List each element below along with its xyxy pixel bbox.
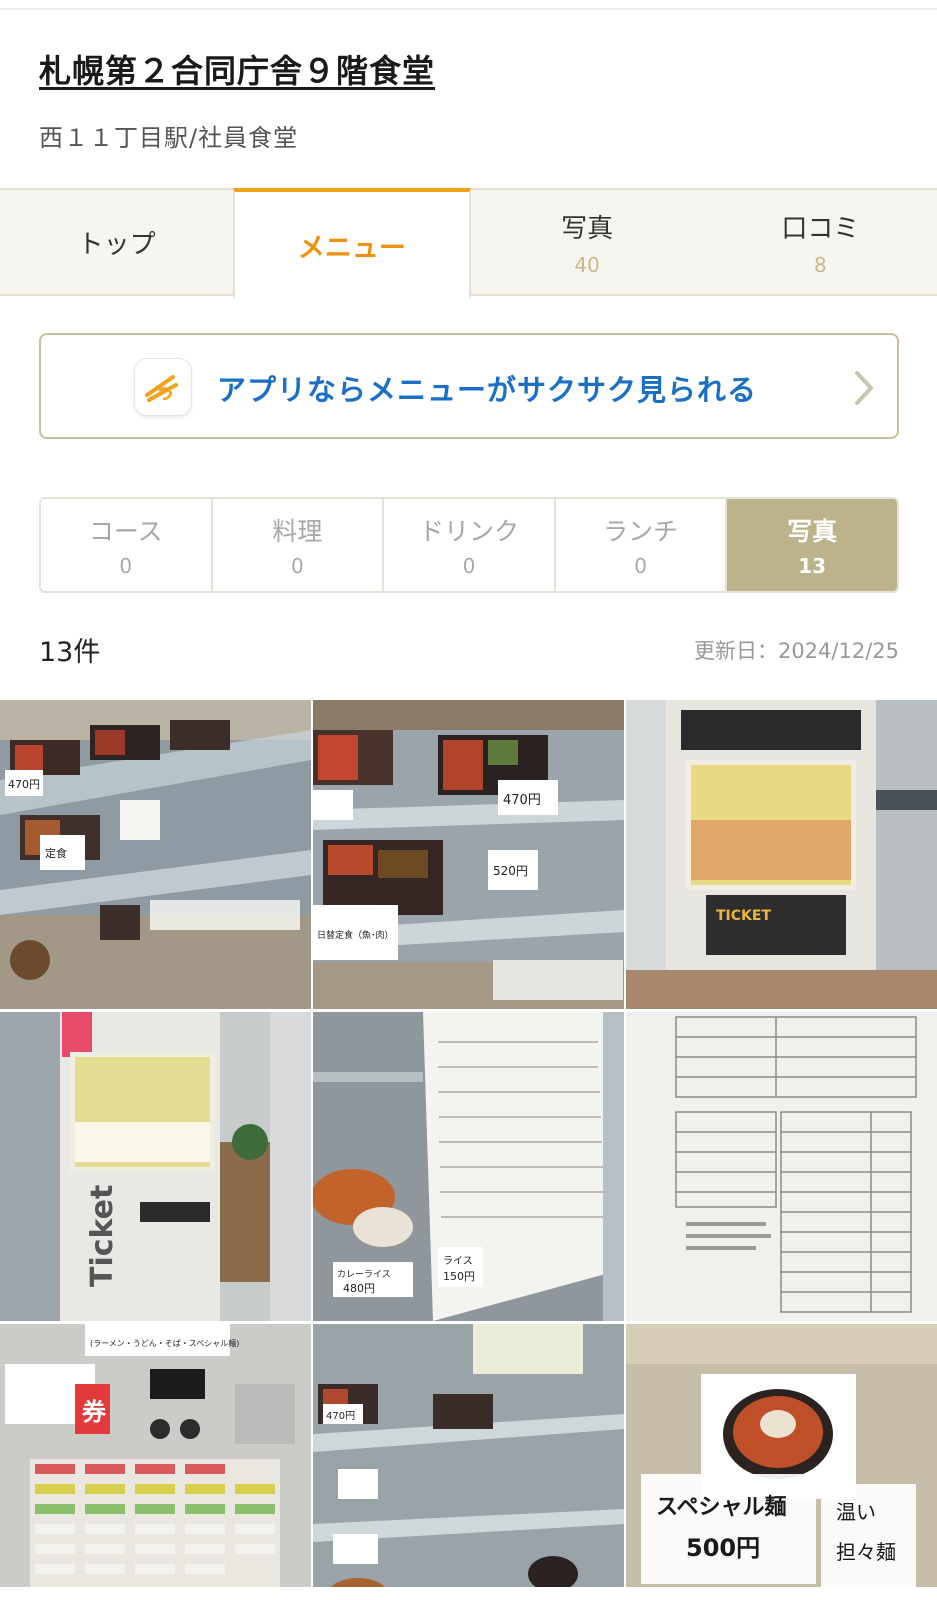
price-label: 470円 xyxy=(503,793,541,808)
result-info-row: 13件 更新日：2024/12/25 xyxy=(39,630,899,669)
subtab-count: 0 xyxy=(291,554,304,578)
tab-label: 写真 xyxy=(561,213,614,244)
ticket-label: Ticket xyxy=(85,1185,120,1287)
photo-grid: 470円 定食 470円 520円 日替定食（魚･肉） TICKET Ticke… xyxy=(0,700,937,1600)
menu-photo-bento-case-3[interactable]: 470円 xyxy=(313,1324,624,1600)
menu-photo-price-list-curry[interactable]: カレーライス 480円 ライス 150円 xyxy=(313,1012,624,1321)
subtab-lunch[interactable]: ランチ 0 xyxy=(555,499,728,591)
updated-date: 更新日：2024/12/25 xyxy=(693,638,899,663)
tab-menu[interactable]: メニュー xyxy=(233,188,471,298)
menu-label: ライス xyxy=(443,1255,473,1267)
subtab-photos[interactable]: 写真 13 xyxy=(727,499,897,591)
menu-label: 担々麺 xyxy=(836,1540,896,1564)
menu-label: 定食 xyxy=(45,846,67,860)
bottom-edge xyxy=(0,1587,937,1600)
subtab-dishes[interactable]: 料理 0 xyxy=(212,499,385,591)
store-tabs: トップ メニュー 写真 40 口コミ 8 xyxy=(0,188,937,298)
menu-label: 日替定食（魚･肉） xyxy=(317,929,394,941)
tab-label: メニュー xyxy=(297,232,406,264)
subtab-count: 0 xyxy=(462,554,476,578)
machine-header-label: (ラーメン・うどん・そば・スペシャル麺) xyxy=(90,1338,239,1348)
price-label: 500円 xyxy=(686,1534,760,1562)
app-promo-banner[interactable]: アプリならメニューがサクサク見られる xyxy=(39,333,899,439)
price-label: 520円 xyxy=(493,864,528,878)
price-label: 480円 xyxy=(343,1282,375,1295)
ticket-label: TICKET xyxy=(716,908,771,924)
tab-count: 8 xyxy=(814,252,827,277)
menu-photo-bento-case-1[interactable]: 470円 定食 xyxy=(0,700,311,1009)
subtab-count: 13 xyxy=(798,554,827,578)
ticket-sign: 券 xyxy=(82,1398,107,1426)
subtab-label: 写真 xyxy=(787,517,838,546)
result-count: 13件 xyxy=(39,637,101,668)
tab-count: 40 xyxy=(574,252,600,277)
subtab-drink[interactable]: ドリンク 0 xyxy=(384,499,556,591)
menu-photo-noodle-ticket-machine[interactable]: (ラーメン・うどん・そば・スペシャル麺) 券 xyxy=(0,1324,311,1600)
menu-photo-bento-case-2[interactable]: 470円 520円 日替定食（魚･肉） xyxy=(313,700,624,1009)
menu-photo-ticket-machine-1[interactable]: TICKET xyxy=(626,700,937,1009)
chopsticks-app-icon xyxy=(135,359,191,415)
app-promo-text: アプリならメニューがサクサク見られる xyxy=(217,373,758,407)
price-label: 470円 xyxy=(326,1411,355,1422)
top-divider xyxy=(0,8,937,10)
subtab-label: ランチ xyxy=(603,517,679,546)
subtab-label: 料理 xyxy=(272,517,323,546)
subtab-label: ドリンク xyxy=(418,517,519,546)
menu-category-tabs: コース 0 料理 0 ドリンク 0 ランチ 0 写真 13 xyxy=(39,497,899,593)
store-station-genre: 西１１丁目駅/社員食堂 xyxy=(39,124,299,152)
subtab-course[interactable]: コース 0 xyxy=(41,499,213,591)
price-label: 470円 xyxy=(8,778,40,791)
tab-photos[interactable]: 写真 40 xyxy=(471,190,704,294)
store-name-link[interactable]: 札幌第２合同庁舎９階食堂 xyxy=(39,46,435,92)
subtab-count: 0 xyxy=(119,554,133,578)
tab-top[interactable]: トップ xyxy=(0,190,233,294)
store-header: 札幌第２合同庁舎９階食堂 西１１丁目駅/社員食堂 xyxy=(39,46,899,153)
menu-photo-ticket-machine-2[interactable]: Ticket xyxy=(0,1012,311,1321)
tab-reviews[interactable]: 口コミ 8 xyxy=(704,190,937,294)
menu-label: スペシャル麺 xyxy=(656,1494,786,1520)
tab-label: トップ xyxy=(77,229,156,260)
menu-label: 温い xyxy=(836,1500,876,1524)
chevron-right-icon xyxy=(853,369,875,411)
menu-label: カレーライス xyxy=(337,1269,391,1280)
menu-photo-special-noodle[interactable]: スペシャル麺 500円 温い 担々麺 xyxy=(626,1324,937,1600)
tab-label: 口コミ xyxy=(781,213,860,244)
subtab-label: コース xyxy=(88,517,163,546)
price-label: 150円 xyxy=(443,1270,475,1283)
menu-photo-printed-table[interactable] xyxy=(626,1012,937,1321)
subtab-count: 0 xyxy=(634,554,647,578)
